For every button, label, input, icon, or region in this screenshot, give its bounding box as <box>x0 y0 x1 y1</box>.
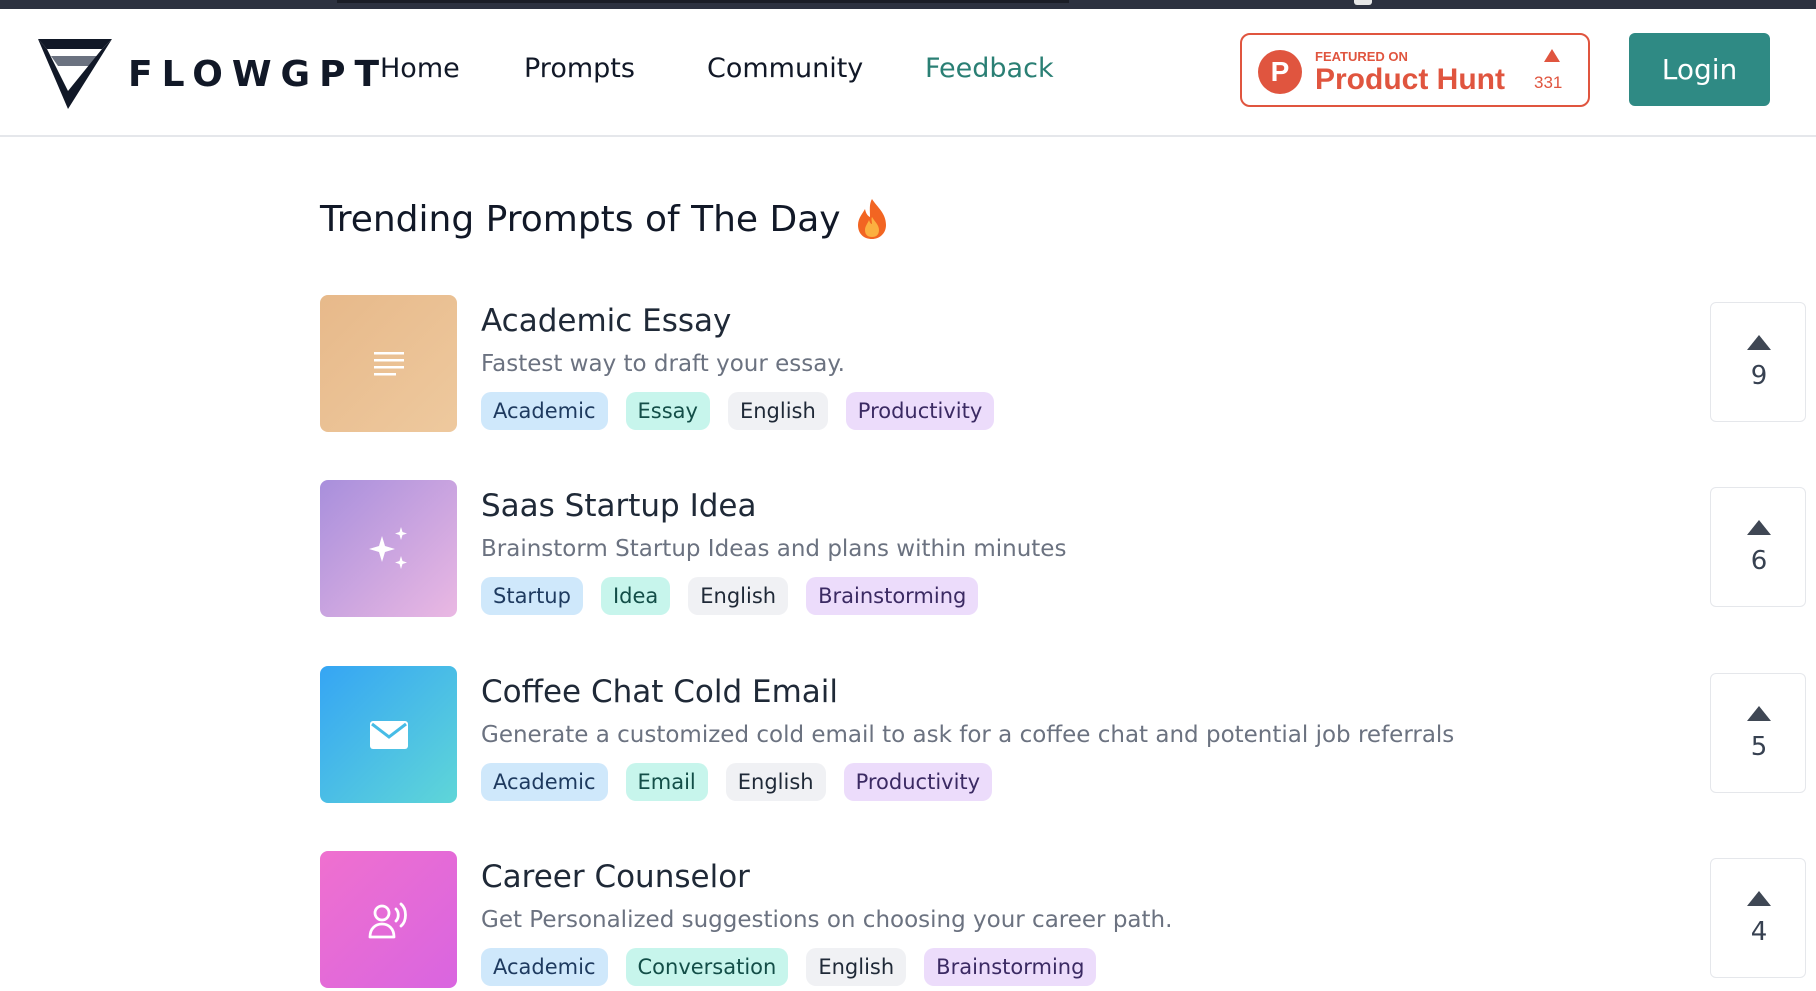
person-speaking-icon <box>368 902 407 938</box>
vote-count: 9 <box>1750 361 1768 391</box>
tag-list: Academic Essay English Productivity <box>481 392 995 430</box>
tag[interactable]: Productivity <box>843 763 993 801</box>
tag-list: Academic Conversation English Brainstorm… <box>481 948 1097 986</box>
fire-icon <box>857 199 886 239</box>
mail-icon <box>369 720 408 749</box>
logo-link[interactable]: FLOWGPT <box>38 39 388 109</box>
product-hunt-name: Product Hunt <box>1315 63 1505 96</box>
sparkles-icon <box>368 526 407 569</box>
upvote-button[interactable]: 4 <box>1710 858 1806 978</box>
prompt-thumbnail <box>320 295 457 432</box>
prompt-description: Fastest way to draft your essay. <box>481 351 845 377</box>
tag[interactable]: English <box>727 392 828 430</box>
tag[interactable]: English <box>688 577 789 615</box>
tag[interactable]: Email <box>625 763 708 801</box>
product-hunt-badge[interactable]: P FEATURED ON Product Hunt 331 <box>1240 33 1590 107</box>
product-hunt-count: 331 <box>1534 73 1563 92</box>
vote-count: 6 <box>1750 546 1768 576</box>
upvote-arrow-icon <box>1747 706 1771 721</box>
tag[interactable]: English <box>725 763 826 801</box>
tag[interactable]: English <box>806 948 907 986</box>
login-button[interactable]: Login <box>1629 33 1770 106</box>
tag[interactable]: Idea <box>600 577 671 615</box>
product-hunt-upvote-icon <box>1544 49 1560 62</box>
section-title: Trending Prompts of The Day <box>320 198 889 240</box>
browser-top-strip-nub <box>1354 0 1372 5</box>
nav-community[interactable]: Community <box>707 53 863 84</box>
tag-list: Academic Email English Productivity <box>481 763 993 801</box>
tag[interactable]: Productivity <box>845 392 995 430</box>
upvote-button[interactable]: 5 <box>1710 673 1806 793</box>
prompt-card[interactable]: Career Counselor Get Personalized sugges… <box>320 851 1806 991</box>
prompt-description: Generate a customized cold email to ask … <box>481 722 1455 748</box>
tag[interactable]: Academic <box>481 392 608 430</box>
prompt-title[interactable]: Saas Startup Idea <box>481 488 756 524</box>
upvote-button[interactable]: 9 <box>1710 302 1806 422</box>
brand-name: FLOWGPT <box>128 53 389 95</box>
tag[interactable]: Brainstorming <box>924 948 1097 986</box>
document-lines-icon <box>373 351 404 375</box>
tag[interactable]: Brainstorming <box>806 577 979 615</box>
tag[interactable]: Academic <box>481 763 608 801</box>
prompt-title[interactable]: Coffee Chat Cold Email <box>481 674 838 710</box>
vote-count: 4 <box>1750 917 1768 947</box>
site-header: FLOWGPT Home Prompts Community Feedback … <box>0 9 1816 137</box>
flowgpt-logo-icon <box>38 39 112 109</box>
product-hunt-featured-label: FEATURED ON <box>1315 49 1408 64</box>
nav-home[interactable]: Home <box>380 53 460 84</box>
prompt-title[interactable]: Career Counselor <box>481 859 750 895</box>
prompt-title[interactable]: Academic Essay <box>481 303 731 339</box>
prompt-card[interactable]: Coffee Chat Cold Email Generate a custom… <box>320 666 1806 806</box>
tag[interactable]: Essay <box>625 392 710 430</box>
product-hunt-logo-icon: P <box>1258 50 1302 94</box>
prompt-thumbnail <box>320 851 457 988</box>
browser-top-strip <box>0 0 1816 9</box>
tag[interactable]: Academic <box>481 948 608 986</box>
prompt-card[interactable]: Academic Essay Fastest way to draft your… <box>320 295 1806 435</box>
tag[interactable]: Conversation <box>625 948 789 986</box>
prompt-description: Brainstorm Startup Ideas and plans withi… <box>481 536 1067 562</box>
tag-list: Startup Idea English Brainstorming <box>481 577 979 615</box>
upvote-arrow-icon <box>1747 335 1771 350</box>
section-title-text: Trending Prompts of The Day <box>320 198 841 240</box>
upvote-arrow-icon <box>1747 891 1771 906</box>
upvote-arrow-icon <box>1747 520 1771 535</box>
prompt-thumbnail <box>320 666 457 803</box>
vote-count: 5 <box>1750 732 1768 762</box>
nav-feedback[interactable]: Feedback <box>925 53 1054 84</box>
prompt-card[interactable]: Saas Startup Idea Brainstorm Startup Ide… <box>320 480 1806 620</box>
prompt-description: Get Personalized suggestions on choosing… <box>481 907 1173 933</box>
nav-prompts[interactable]: Prompts <box>524 53 635 84</box>
tag[interactable]: Startup <box>481 577 583 615</box>
upvote-button[interactable]: 6 <box>1710 487 1806 607</box>
prompt-thumbnail <box>320 480 457 617</box>
browser-top-strip-inner <box>337 0 1069 3</box>
